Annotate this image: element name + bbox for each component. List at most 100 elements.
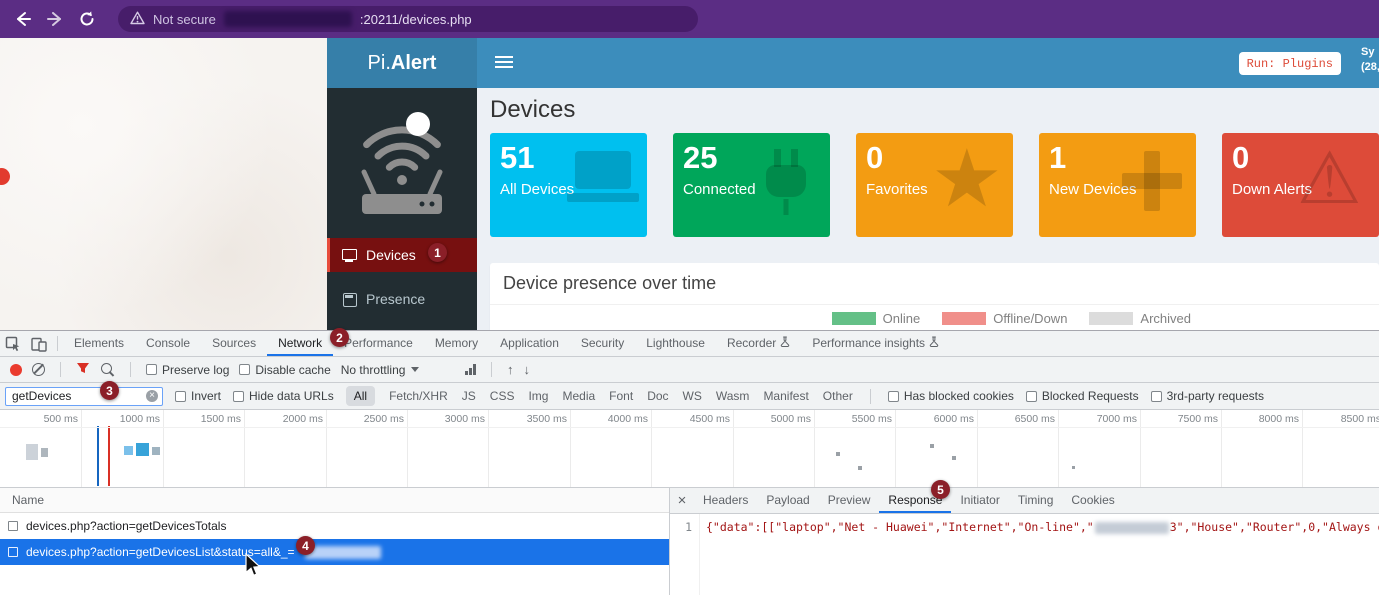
inspect-element-icon[interactable] [0,331,26,356]
response-json-line: {"data":[["laptop","Net - Huawei","Inter… [700,514,1379,595]
devtools-tab[interactable]: Security [570,331,635,356]
search-icon[interactable] [100,362,115,377]
timeline-gridline: 5000 ms [814,410,815,487]
legend-label: Offline/Down [993,311,1067,326]
experiment-icon [929,336,939,350]
details-tab[interactable]: Payload [757,488,818,513]
presence-panel: Device presence over time Online Offline… [490,263,1379,330]
summary-card[interactable]: 1 New Devices [1039,133,1196,237]
devtools-tab[interactable]: Performance insights [801,331,950,356]
refresh-icon[interactable] [76,8,98,30]
timeline-gridline: 4000 ms [651,410,652,487]
export-har-icon[interactable]: ↓ [523,363,530,376]
timeline-gridline: 3000 ms [488,410,489,487]
resource-type-chip[interactable]: CSS [490,389,515,403]
details-tab[interactable]: Headers [694,488,757,513]
requests-table: Name devices.php?action=getDevicesTotals… [0,488,670,595]
resource-type-chip[interactable]: Media [562,389,595,403]
devtools-tab-label: Application [500,336,559,350]
devtools-tab[interactable]: Lighthouse [635,331,716,356]
resource-type-chip[interactable]: Wasm [716,389,750,403]
timeline-activity-mark [41,448,48,457]
devtools-tab[interactable]: Sources [201,331,267,356]
sidebar-item[interactable]: Devices [327,238,477,272]
filter-input-value: getDevices [12,389,71,403]
resource-type-chip[interactable]: Other [823,389,853,403]
timeline-gridline: 1000 ms [163,410,164,487]
divider [491,362,492,377]
record-button[interactable] [10,364,22,376]
disable-cache-checkbox[interactable]: Disable cache [239,363,330,377]
throttling-select[interactable]: No throttling [341,363,420,377]
back-icon[interactable] [12,8,34,30]
network-overview-timeline[interactable]: 500 ms 1000 ms 1500 ms 2000 ms 2500 ms 3… [0,410,1379,488]
close-details-icon[interactable]: × [670,488,694,513]
resource-type-chip[interactable]: Font [609,389,633,403]
sidebar-item[interactable]: Presence [327,282,477,316]
clear-filter-icon[interactable]: × [146,390,158,402]
request-name: devices.php?action=getDevicesTotals [26,519,226,533]
timeline-label: 5500 ms [852,413,892,425]
details-tab[interactable]: Timing [1009,488,1063,513]
card-icon [567,145,639,217]
resource-type-chip[interactable]: Img [528,389,548,403]
devtools-tabs: Elements Console Sources Network Perform… [63,331,950,356]
summary-card[interactable]: 0 Favorites [856,133,1013,237]
timeline-label: 8000 ms [1259,413,1299,425]
address-bar[interactable]: Not secure :20211/devices.php [118,6,698,32]
devtools-tab-label: Recorder [727,336,776,350]
network-filter-input[interactable]: getDevices × [5,387,163,406]
network-filterbar: getDevices × Invert Hide data URLs All Fe… [0,383,1379,410]
request-row[interactable]: devices.php?action=getDevicesTotals [0,513,669,539]
chart-legend: Online Offline/Down Archived [832,311,1191,326]
forward-icon[interactable] [44,8,66,30]
details-tab[interactable]: Preview [819,488,880,513]
brand-prefix: Pi. [368,52,391,75]
preserve-log-checkbox[interactable]: Preserve log [146,363,229,377]
checkbox-icon [888,391,899,402]
summary-card[interactable]: 25 Connected [673,133,830,237]
filter-icon[interactable] [76,362,90,377]
disable-cache-label: Disable cache [255,363,330,377]
timeline-activity-mark [108,426,110,486]
resource-type-chip[interactable]: All [346,386,375,406]
filter-checkbox[interactable]: 3rd-party requests [1151,389,1264,403]
hide-data-urls-checkbox[interactable]: Hide data URLs [233,389,334,403]
import-har-icon[interactable]: ↑ [507,363,514,376]
run-plugins-button[interactable]: Run: Plugins [1239,52,1341,75]
network-conditions-icon[interactable] [465,364,476,375]
resource-type-chip[interactable]: Fetch/XHR [389,389,448,403]
device-toolbar-icon[interactable] [26,331,52,356]
requests-name-header[interactable]: Name [0,488,669,513]
devtools-tab[interactable]: Recorder [716,331,801,356]
summary-card[interactable]: 0 Down Alerts [1222,133,1379,237]
request-row[interactable]: devices.php?action=getDevicesList&status… [0,539,669,565]
devtools-tab[interactable]: Memory [424,331,489,356]
devtools-tab[interactable]: Network [267,331,333,356]
summary-card[interactable]: 51 All Devices [490,133,647,237]
resource-type-chip[interactable]: Doc [647,389,668,403]
details-tab[interactable]: Initiator [951,488,1008,513]
card-icon [1116,145,1188,217]
app-sidebar: Devices Presence [327,88,477,330]
request-details-panel: × HeadersPayloadPreviewResponseInitiator… [670,488,1379,595]
resource-type-chip[interactable]: Manifest [763,389,808,403]
timeline-label: 3500 ms [527,413,567,425]
clear-network-log-icon[interactable] [32,363,45,376]
devtools-tab[interactable]: Elements [63,331,135,356]
invert-checkbox[interactable]: Invert [175,389,221,403]
devtools-tab[interactable]: Console [135,331,201,356]
timeline-gridline: 6500 ms [1058,410,1059,487]
filter-checkbox[interactable]: Blocked Requests [1026,389,1139,403]
details-tab[interactable]: Cookies [1062,488,1123,513]
response-content[interactable]: 1 {"data":[["laptop","Net - Huawei","Int… [670,514,1379,595]
resource-type-chip[interactable]: JS [462,389,476,403]
filter-checkbox[interactable]: Has blocked cookies [888,389,1014,403]
app-logo[interactable]: Pi.Alert [327,38,477,88]
resource-type-chip[interactable]: WS [683,389,702,403]
not-secure-label: Not secure [153,12,216,27]
menu-toggle-icon[interactable] [495,56,513,68]
card-icon [933,145,1005,217]
timeline-activity-mark [136,443,149,456]
devtools-tab[interactable]: Application [489,331,570,356]
